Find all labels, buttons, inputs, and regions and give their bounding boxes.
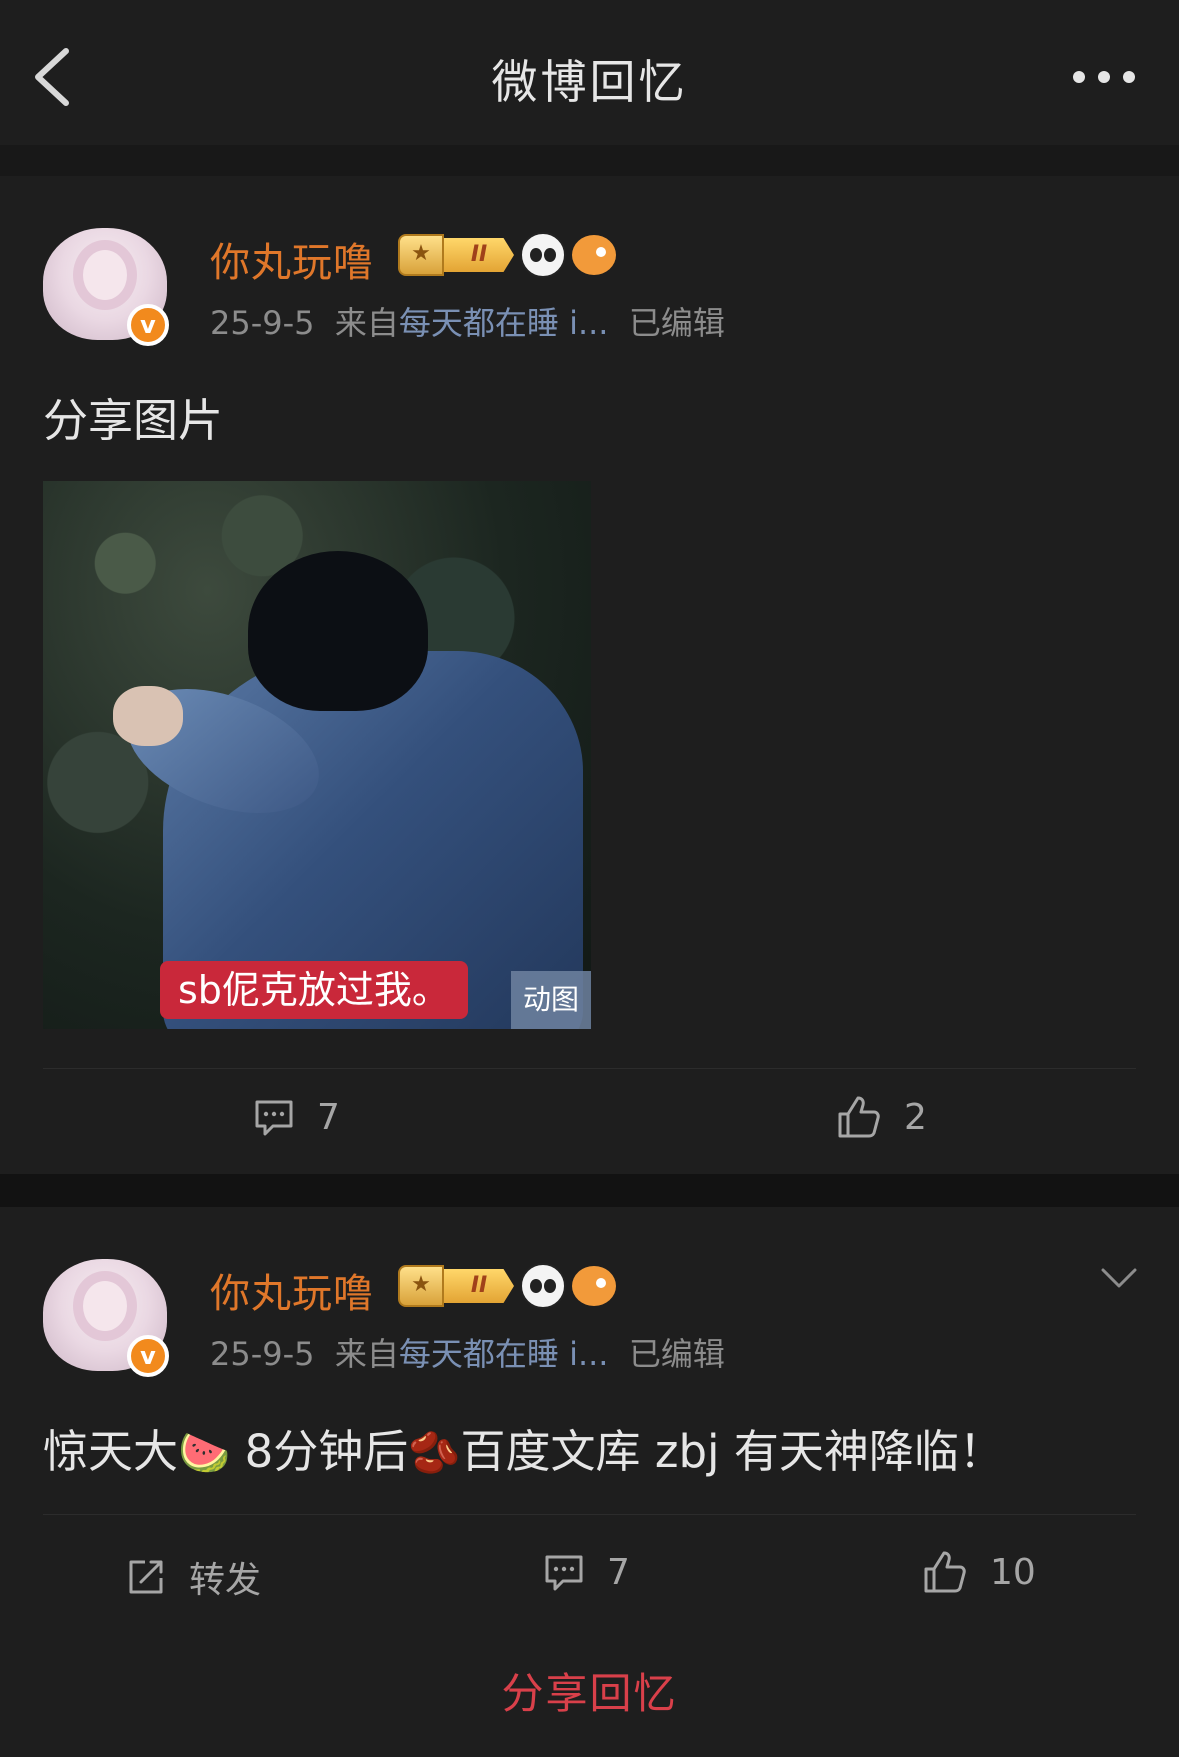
divider: [43, 1068, 1136, 1069]
post-date: 25-9-5: [210, 304, 315, 342]
image-caption: sb伲克放过我。: [160, 961, 468, 1019]
post-meta: 25-9-5 来自每天都在睡 i... 已编辑: [210, 1329, 725, 1375]
comment-button[interactable]: 7: [543, 1551, 630, 1593]
crown-level-badge[interactable]: ★ II: [398, 234, 514, 276]
post-text: 分享图片: [43, 394, 224, 447]
like-count: 10: [990, 1551, 1036, 1593]
gif-tag: 动图: [511, 971, 591, 1029]
like-count: 2: [904, 1096, 927, 1138]
repost-icon: [129, 1560, 163, 1594]
section-gap: [0, 145, 1179, 176]
chevron-down-icon: [1101, 1268, 1137, 1288]
avatar[interactable]: v: [43, 228, 169, 346]
verified-badge: v: [127, 1335, 169, 1377]
edited-label: 已编辑: [628, 304, 725, 342]
verified-badge: v: [127, 304, 169, 346]
post-text: 惊天大🍉 8分钟后🫘百度文库 zbj 有天神降临！: [43, 1415, 1004, 1480]
source-link[interactable]: 每天都在睡 i...: [399, 1335, 609, 1373]
edited-label: 已编辑: [628, 1335, 725, 1373]
username[interactable]: 你丸玩噜: [210, 1261, 374, 1319]
post-date: 25-9-5: [210, 1335, 315, 1373]
image-figure-hat: [248, 551, 428, 711]
panda-icon[interactable]: [520, 232, 566, 278]
post-meta: 25-9-5 来自每天都在睡 i... 已编辑: [210, 298, 725, 344]
comment-button[interactable]: 7: [253, 1096, 340, 1138]
comment-icon: [545, 1555, 583, 1591]
section-gap: [0, 1174, 1179, 1207]
source-prefix: 来自: [334, 1335, 399, 1373]
thumbs-up-icon: [838, 1096, 880, 1138]
fish-icon[interactable]: [572, 235, 616, 275]
repost-button[interactable]: 转发: [125, 1551, 261, 1603]
beans-emoji: 🫘: [408, 1428, 461, 1477]
comment-count: 7: [607, 1551, 630, 1593]
avatar-face: [83, 250, 127, 300]
source-link[interactable]: 每天都在睡 i...: [399, 304, 609, 342]
fish-icon[interactable]: [572, 1266, 616, 1306]
top-bar: 微博回忆: [0, 0, 1179, 145]
post-image[interactable]: sb伲克放过我。 动图: [43, 481, 591, 1029]
avatar-face: [83, 1281, 127, 1331]
post-card: v 你丸玩噜 ★ II 25-9-5 来自每天都在睡 i... 已编辑 分享图片…: [0, 176, 1179, 1174]
user-badges: ★ II: [398, 1263, 616, 1309]
username[interactable]: 你丸玩噜: [210, 230, 374, 288]
post-text-part: 8分钟后: [230, 1425, 409, 1478]
repost-label: 转发: [189, 1560, 262, 1601]
level-label: II: [444, 238, 514, 272]
post-text-part: 惊天大: [43, 1425, 179, 1478]
page-title: 微博回忆: [491, 55, 688, 109]
avatar[interactable]: v: [43, 1259, 169, 1377]
thumbs-up-icon: [924, 1551, 966, 1593]
divider: [43, 1514, 1136, 1515]
level-label: II: [444, 1269, 514, 1303]
image-figure-hand: [113, 686, 183, 746]
like-button[interactable]: 2: [836, 1094, 927, 1140]
panda-icon[interactable]: [520, 1263, 566, 1309]
like-button[interactable]: 10: [922, 1549, 1036, 1595]
comment-icon: [255, 1100, 293, 1136]
watermelon-emoji: 🍉: [178, 1428, 231, 1477]
post-menu-button[interactable]: [1099, 1262, 1139, 1292]
share-memory-button[interactable]: 分享回忆: [0, 1660, 1179, 1721]
more-dots-icon: [1073, 71, 1135, 83]
crown-icon: ★: [398, 234, 444, 276]
more-button[interactable]: [1069, 65, 1139, 89]
post-text-part: 百度文库 zbj 有天神降临！: [460, 1425, 1004, 1478]
user-badges: ★ II: [398, 232, 616, 278]
comment-count: 7: [317, 1096, 340, 1138]
source-prefix: 来自: [334, 304, 399, 342]
crown-level-badge[interactable]: ★ II: [398, 1265, 514, 1307]
crown-icon: ★: [398, 1265, 444, 1307]
